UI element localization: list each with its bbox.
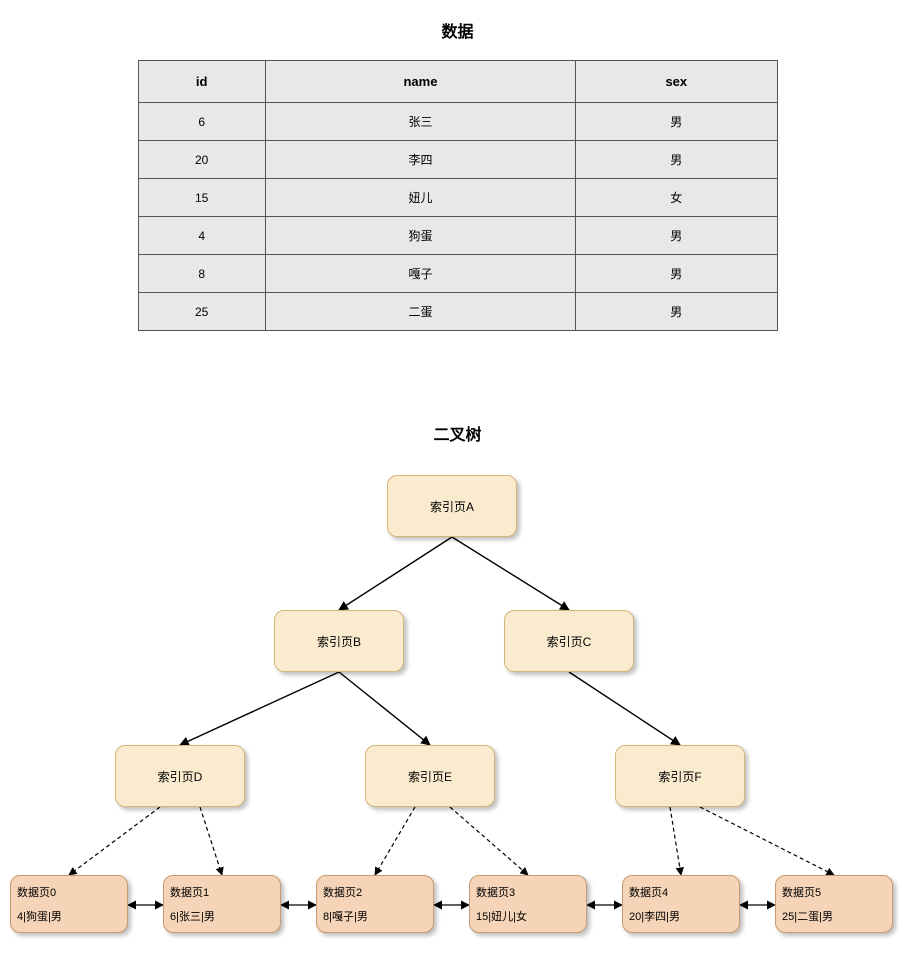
cell: 狗蛋 — [265, 217, 575, 255]
index-node-f: 索引页F — [615, 745, 745, 807]
data-node-3: 数据页3 15|妞儿|女 — [469, 875, 587, 933]
data-node-record: 25|二蛋|男 — [782, 908, 833, 924]
table-row: 20 李四 男 — [138, 141, 777, 179]
table-row: 15 妞儿 女 — [138, 179, 777, 217]
tree-diagram: 索引页A 索引页B 索引页C 索引页D 索引页E 索引页F 数据页0 4|狗蛋|… — [0, 475, 915, 955]
cell: 嘎子 — [265, 255, 575, 293]
data-node-4: 数据页4 20|李四|男 — [622, 875, 740, 933]
col-id: id — [138, 61, 265, 103]
cell: 张三 — [265, 103, 575, 141]
cell: 20 — [138, 141, 265, 179]
table-header-row: id name sex — [138, 61, 777, 103]
data-node-0: 数据页0 4|狗蛋|男 — [10, 875, 128, 933]
col-name: name — [265, 61, 575, 103]
table-row: 6 张三 男 — [138, 103, 777, 141]
cell: 男 — [576, 255, 777, 293]
data-node-title: 数据页4 — [629, 884, 668, 900]
cell: 25 — [138, 293, 265, 331]
data-node-1: 数据页1 6|张三|男 — [163, 875, 281, 933]
index-node-d: 索引页D — [115, 745, 245, 807]
index-node-e: 索引页E — [365, 745, 495, 807]
data-node-record: 20|李四|男 — [629, 908, 680, 924]
data-node-5: 数据页5 25|二蛋|男 — [775, 875, 893, 933]
cell: 男 — [576, 217, 777, 255]
table-row: 25 二蛋 男 — [138, 293, 777, 331]
data-node-record: 6|张三|男 — [170, 908, 215, 924]
cell: 二蛋 — [265, 293, 575, 331]
cell: 女 — [576, 179, 777, 217]
data-node-title: 数据页0 — [17, 884, 56, 900]
data-node-title: 数据页5 — [782, 884, 821, 900]
table-row: 4 狗蛋 男 — [138, 217, 777, 255]
data-node-title: 数据页1 — [170, 884, 209, 900]
cell: 15 — [138, 179, 265, 217]
index-node-a: 索引页A — [387, 475, 517, 537]
cell: 男 — [576, 103, 777, 141]
cell: 4 — [138, 217, 265, 255]
data-table: id name sex 6 张三 男 20 李四 男 15 妞儿 女 4 — [138, 60, 778, 331]
cell: 6 — [138, 103, 265, 141]
cell: 男 — [576, 293, 777, 331]
data-node-record: 4|狗蛋|男 — [17, 908, 62, 924]
col-sex: sex — [576, 61, 777, 103]
table-row: 8 嘎子 男 — [138, 255, 777, 293]
data-node-2: 数据页2 8|嘎子|男 — [316, 875, 434, 933]
data-node-record: 8|嘎子|男 — [323, 908, 368, 924]
cell: 男 — [576, 141, 777, 179]
cell: 妞儿 — [265, 179, 575, 217]
cell: 8 — [138, 255, 265, 293]
cell: 李四 — [265, 141, 575, 179]
data-node-title: 数据页3 — [476, 884, 515, 900]
data-node-title: 数据页2 — [323, 884, 362, 900]
table-title: 数据 — [0, 0, 915, 42]
index-node-b: 索引页B — [274, 610, 404, 672]
data-node-record: 15|妞儿|女 — [476, 908, 527, 924]
tree-title: 二叉树 — [0, 421, 915, 445]
index-node-c: 索引页C — [504, 610, 634, 672]
